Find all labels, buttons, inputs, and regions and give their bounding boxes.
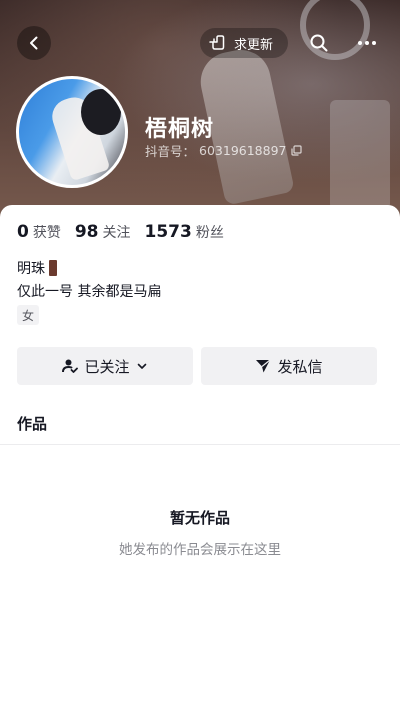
search-button[interactable]: [306, 30, 332, 56]
empty-state-subtitle: 她发布的作品会展示在这里: [119, 542, 281, 558]
avatar[interactable]: [16, 76, 128, 188]
more-dot-icon: [365, 41, 369, 45]
empty-state-title: 暂无作品: [169, 509, 230, 527]
account-id-row[interactable]: 抖音号： 60319618897: [145, 141, 302, 160]
cover-photo-glass: [330, 100, 390, 210]
more-dot-icon: [372, 41, 376, 45]
followed-label: 已关注: [84, 357, 130, 376]
chevron-left-icon: [30, 36, 38, 50]
send-message-label: 发私信: [277, 357, 323, 376]
copy-icon[interactable]: [290, 145, 302, 156]
back-button[interactable]: [17, 26, 51, 60]
bio-emoji-icon: [49, 260, 57, 276]
more-dot-icon: [358, 41, 362, 45]
action-buttons: 已关注 发私信: [17, 347, 377, 385]
avatar-photo-hair: [81, 89, 121, 135]
send-message-button[interactable]: 发私信: [201, 347, 377, 385]
stat-followers-label: 粉丝: [195, 225, 224, 241]
paper-plane-icon: [256, 359, 271, 373]
stat-following-label: 关注: [102, 225, 131, 241]
request-update-button[interactable]: 求更新: [200, 28, 288, 58]
poke-hand-icon: [209, 35, 225, 50]
tab-divider: [0, 444, 400, 445]
profile-cover: 求更新 梧桐树 抖音号： 60319618897: [0, 0, 400, 240]
account-id-value: 60319618897: [199, 143, 287, 158]
bio-line-2: 仅此一号 其余都是马扁: [17, 284, 162, 300]
tab-works[interactable]: 作品: [17, 413, 47, 434]
more-options-button[interactable]: [352, 30, 382, 56]
stat-likes-label: 获赞: [32, 225, 61, 241]
stat-following[interactable]: 98 关注: [75, 222, 131, 242]
request-update-label: 求更新: [234, 37, 274, 53]
chevron-down-icon: [137, 363, 146, 369]
profile-nickname: 梧桐树: [145, 117, 215, 142]
profile-sheet: 0 获赞 98 关注 1573 粉丝 明珠 仅此一号 其余都是马扁 女 已关注: [0, 205, 400, 710]
followed-button[interactable]: 已关注: [17, 347, 193, 385]
stat-likes-value: 0: [17, 222, 29, 242]
gender-tag: 女: [17, 305, 39, 325]
search-icon: [310, 34, 328, 52]
bio-line-1-text: 明珠: [17, 261, 45, 277]
stat-following-value: 98: [74, 222, 99, 242]
stat-followers-value: 1573: [144, 222, 192, 242]
stat-followers[interactable]: 1573 粉丝: [145, 222, 224, 242]
account-id-prefix: 抖音号：: [145, 144, 196, 159]
bio-line-1: 明珠: [17, 258, 57, 278]
user-check-icon: [62, 359, 79, 373]
stat-likes[interactable]: 0 获赞: [17, 222, 61, 242]
profile-stats: 0 获赞 98 关注 1573 粉丝: [17, 222, 224, 242]
